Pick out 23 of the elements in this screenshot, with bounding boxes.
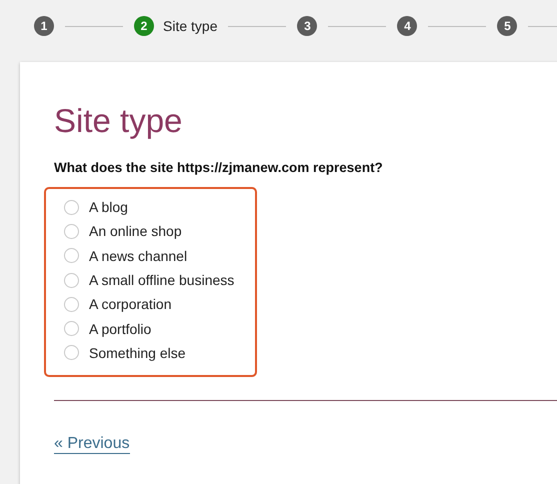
step-number: 5 [497, 16, 518, 36]
step-number: 1 [34, 16, 54, 36]
radio-button[interactable] [64, 248, 79, 264]
question-text: What does the site https://zjmanew.com represent? [54, 160, 383, 175]
option-label[interactable]: A corporation [89, 296, 172, 312]
radio-button[interactable] [64, 200, 79, 215]
radio-button[interactable] [64, 345, 79, 360]
page-title: Site type [54, 102, 182, 140]
step-label: Site type [163, 18, 218, 34]
radio-button[interactable] [64, 321, 79, 336]
option-label[interactable]: A portfolio [89, 320, 152, 337]
step-number: 2 [134, 16, 154, 36]
step-number: 4 [397, 16, 418, 36]
option-label[interactable]: A small offline business [89, 272, 234, 288]
previous-link[interactable]: « Previous [54, 435, 130, 454]
option-label[interactable]: An online shop [89, 223, 182, 240]
radio-button[interactable] [64, 296, 79, 312]
radio-button[interactable] [64, 224, 79, 239]
option-label[interactable]: Something else [89, 344, 186, 361]
option-label[interactable]: A blog [89, 199, 128, 216]
radio-button[interactable] [64, 272, 79, 288]
option-label[interactable]: A news channel [89, 248, 188, 264]
step-number: 3 [297, 16, 318, 36]
